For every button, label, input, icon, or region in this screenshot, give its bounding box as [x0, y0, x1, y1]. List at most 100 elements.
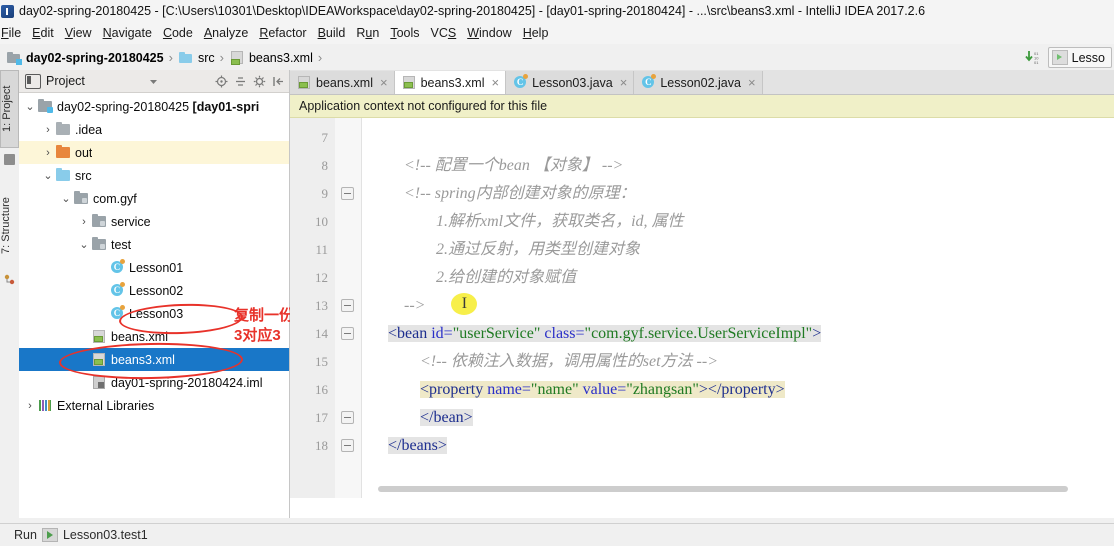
fold-toggle-icon[interactable]: [341, 187, 354, 200]
breadcrumb-item-1[interactable]: src: [178, 51, 215, 65]
package-icon: [91, 214, 107, 229]
menu-item-refactor[interactable]: Refactor: [254, 24, 312, 42]
code-folding-gutter[interactable]: [335, 118, 362, 498]
tree-node-day01-spring-20180424-iml[interactable]: day01-spring-20180424.iml: [19, 371, 289, 394]
tree-node-lesson02[interactable]: C Lesson02: [19, 279, 289, 302]
structure-tool-icon: [4, 272, 15, 285]
module-icon: [6, 51, 22, 65]
code-line[interactable]: <!-- 依赖注入数据，调用属性的set方法 -->: [362, 348, 1114, 376]
tree-node-beans3-xml[interactable]: beans3.xml: [19, 348, 289, 371]
code-token-attr: class=: [544, 325, 585, 342]
breadcrumb-separator: ›: [168, 50, 173, 65]
menu-item-vcs[interactable]: VCS: [426, 24, 463, 42]
code-line[interactable]: -->: [362, 292, 1114, 320]
tree-node-day02-spring-20180425[interactable]: ⌄ day02-spring-20180425 [day01-spri: [19, 95, 289, 118]
update-project-icon[interactable]: 01 10 01: [1024, 50, 1042, 65]
java-class-icon: C: [109, 282, 125, 298]
tree-node-lesson01[interactable]: C Lesson01: [19, 256, 289, 279]
tree-node--idea[interactable]: › .idea: [19, 118, 289, 141]
code-content[interactable]: <!-- 配置一个bean 【对象】 --> <!-- spring内部创建对象的…: [362, 118, 1114, 498]
chevron-right-icon[interactable]: ›: [23, 400, 37, 412]
tree-node-test[interactable]: ⌄ test: [19, 233, 289, 256]
tree-node-external-libraries[interactable]: › External Libraries: [19, 394, 289, 417]
breadcrumb-item-0[interactable]: day02-spring-20180425: [6, 51, 164, 65]
tree-node-label: Lesson03: [129, 306, 184, 321]
fold-toggle-icon[interactable]: [341, 439, 354, 452]
status-bar: Run Lesson03.test1: [0, 523, 1114, 546]
menu-item-tools[interactable]: Tools: [385, 24, 425, 42]
menu-item-code[interactable]: Code: [158, 24, 199, 42]
chevron-down-icon[interactable]: ⌄: [77, 238, 91, 251]
code-line-content: <!-- 依赖注入数据，调用属性的set方法 -->: [420, 353, 718, 370]
menu-item-file[interactable]: File: [0, 24, 27, 42]
tree-node-src[interactable]: ⌄ src: [19, 164, 289, 187]
run-configuration-selector[interactable]: Lesso: [1047, 47, 1112, 68]
editor-tab-lesson02-java[interactable]: C Lesson02.java ×: [634, 71, 763, 94]
editor-tab-beans3-xml[interactable]: beans3.xml ×: [394, 71, 507, 94]
hide-panel-icon[interactable]: [272, 75, 285, 88]
menu-item-edit[interactable]: Edit: [27, 24, 60, 42]
code-line[interactable]: <bean id="userService" class="com.gyf.se…: [362, 320, 1114, 348]
iml-file-icon: [91, 375, 107, 390]
chevron-down-icon[interactable]: ⌄: [59, 192, 73, 205]
menu-item-navigate[interactable]: Navigate: [98, 24, 158, 42]
fold-toggle-icon[interactable]: [341, 327, 354, 340]
sidebar-item-structure[interactable]: 7: Structure: [0, 178, 19, 274]
menu-item-view[interactable]: View: [60, 24, 98, 42]
code-line[interactable]: 1.解析xml文件，获取类名，id, 属性: [362, 208, 1114, 236]
code-line[interactable]: <!-- 配置一个bean 【对象】 -->: [362, 152, 1114, 180]
menu-item-help[interactable]: Help: [518, 24, 555, 42]
editor-tab-beans-xml[interactable]: beans.xml ×: [290, 71, 395, 94]
menu-item-build[interactable]: Build: [313, 24, 352, 42]
code-line[interactable]: </beans>: [362, 432, 1114, 460]
locate-icon[interactable]: [215, 75, 228, 88]
chevron-right-icon[interactable]: ›: [77, 216, 91, 228]
tree-node-out[interactable]: › out: [19, 141, 289, 164]
tree-node-label: service: [111, 214, 151, 229]
tree-node-label: test: [111, 237, 132, 252]
collapse-all-icon[interactable]: [234, 75, 247, 88]
code-editor[interactable]: 7 8 9 10 11 12 13 14 15 16 17 18 <!-- 配置一个bean 【对象】…: [290, 118, 1114, 498]
tree-node-label: External Libraries: [57, 398, 155, 413]
line-number: 10: [315, 214, 328, 229]
sidebar-item-project[interactable]: 1: Project: [0, 70, 19, 148]
breadcrumb-item-2[interactable]: beans3.xml: [229, 50, 313, 65]
close-icon[interactable]: ×: [492, 75, 500, 90]
close-icon[interactable]: ×: [620, 75, 628, 90]
tree-node-service[interactable]: › service: [19, 210, 289, 233]
menu-item-run[interactable]: Run: [351, 24, 385, 42]
line-number: 17: [315, 410, 328, 425]
code-line-content: </bean>: [420, 409, 473, 426]
chevron-down-icon[interactable]: ⌄: [23, 100, 37, 113]
settings-gear-icon[interactable]: [253, 75, 266, 88]
chevron-down-icon[interactable]: ⌄: [41, 169, 55, 182]
code-line[interactable]: 2.给创建的对象赋值: [362, 264, 1114, 292]
xml-file-icon: [401, 75, 416, 90]
editor-tab-lesson03-java[interactable]: C Lesson03.java ×: [506, 71, 635, 94]
chevron-right-icon[interactable]: ›: [41, 147, 55, 159]
run-tool-window-tab[interactable]: Run Lesson03.test1: [0, 528, 148, 542]
scrollbar-thumb[interactable]: [378, 486, 1068, 492]
code-line[interactable]: [362, 124, 1114, 152]
project-tree[interactable]: ⌄ day02-spring-20180425 [day01-spri › .idea…: [19, 93, 289, 417]
menu-item-window[interactable]: Window: [462, 24, 517, 42]
text-cursor-highlight: [451, 293, 478, 315]
editor-horizontal-scrollbar[interactable]: [290, 484, 1114, 494]
fold-toggle-icon[interactable]: [341, 411, 354, 424]
code-line[interactable]: <property name="name" value="zhangsan"><…: [362, 376, 1114, 404]
code-token-tagname: ></property>: [698, 381, 785, 398]
code-line[interactable]: 2.通过反射，用类型创建对象: [362, 236, 1114, 264]
chevron-down-icon[interactable]: [147, 75, 160, 88]
fold-toggle-icon[interactable]: [341, 299, 354, 312]
code-line[interactable]: </bean>: [362, 404, 1114, 432]
line-number: 15: [315, 354, 328, 369]
menu-item-analyze[interactable]: Analyze: [199, 24, 254, 42]
tree-node-com-gyf[interactable]: ⌄ com.gyf: [19, 187, 289, 210]
close-icon[interactable]: ×: [380, 75, 388, 90]
intellij-idea-window: day02-spring-20180425 - [C:\Users\10301\…: [0, 0, 1114, 546]
code-line[interactable]: <!-- spring内部创建对象的原理：: [362, 180, 1114, 208]
run-tool-icon: [41, 528, 58, 542]
chevron-right-icon[interactable]: ›: [41, 124, 55, 136]
svg-text:01: 01: [1034, 60, 1039, 65]
close-icon[interactable]: ×: [748, 75, 756, 90]
